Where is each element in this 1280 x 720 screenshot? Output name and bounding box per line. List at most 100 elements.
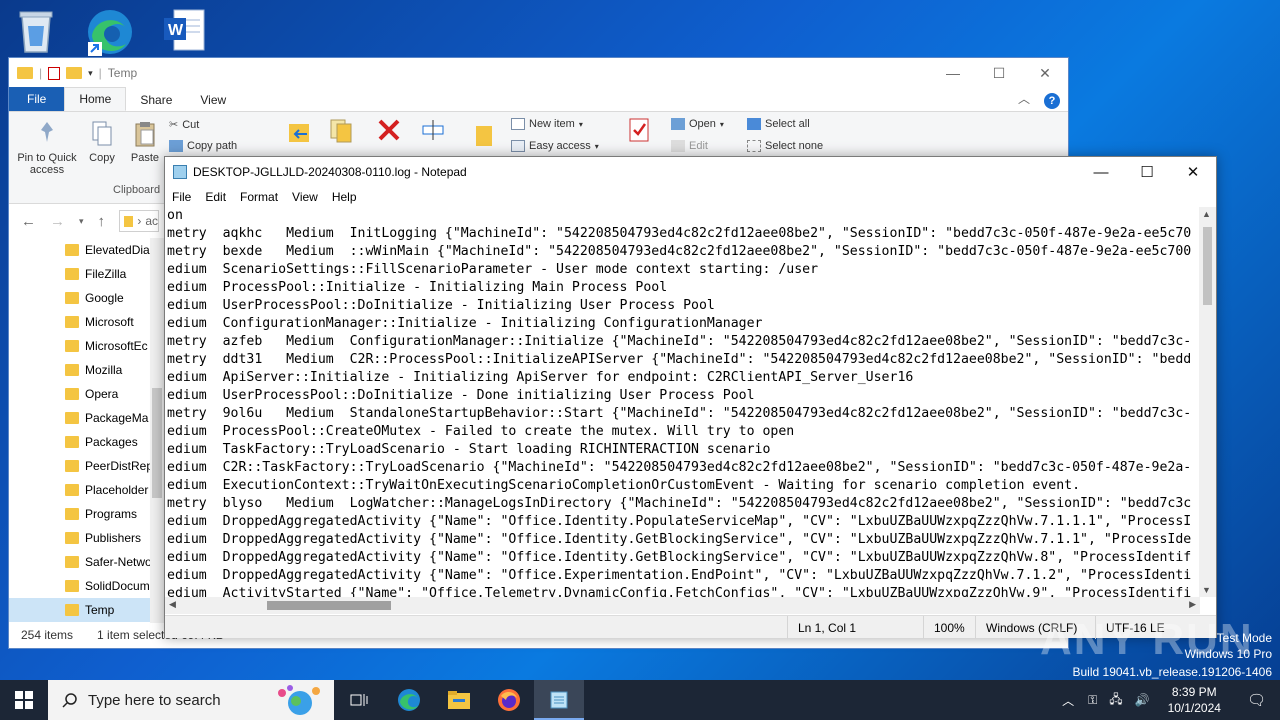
explorer-title: Temp xyxy=(107,66,138,80)
taskbar-firefox-button[interactable] xyxy=(484,680,534,720)
nav-item-label: Programs xyxy=(85,507,138,521)
help-icon[interactable]: ? xyxy=(1036,91,1068,111)
menu-help[interactable]: Help xyxy=(325,190,364,204)
notepad-maximize-button[interactable]: ☐ xyxy=(1124,157,1170,187)
new-item-button[interactable]: New item ▾ xyxy=(511,118,583,130)
nav-item-label: ElevatedDia xyxy=(85,243,150,257)
show-hidden-icons-icon[interactable]: ︿ xyxy=(1054,692,1082,709)
nav-item[interactable]: PackageMa xyxy=(9,406,164,430)
vertical-scroll-thumb[interactable] xyxy=(1203,227,1212,305)
delete-button[interactable] xyxy=(373,116,405,148)
menu-format[interactable]: Format xyxy=(233,190,285,204)
notepad-text-area[interactable]: on metry aqkhc Medium InitLogging {"Mach… xyxy=(165,207,1200,597)
taskbar-notepad-button[interactable] xyxy=(534,680,584,720)
text-line: metry aqkhc Medium InitLogging {"Machine… xyxy=(167,226,1192,241)
clock[interactable]: 8:39 PM 10/1/2024 xyxy=(1156,684,1233,716)
pin-quick-access-button[interactable]: Pin to Quick access xyxy=(15,120,79,176)
nav-item[interactable]: FileZilla xyxy=(9,262,164,286)
network-icon[interactable]: 🖧 xyxy=(1103,690,1128,711)
recycle-bin-icon[interactable] xyxy=(12,6,64,58)
nav-item[interactable]: PeerDistRep xyxy=(9,454,164,478)
copy-path-button[interactable]: Copy path xyxy=(169,140,237,152)
properties-icon[interactable] xyxy=(48,66,61,80)
nav-item-temp[interactable]: Temp xyxy=(9,598,164,622)
edit-icon xyxy=(671,140,685,152)
select-none-button[interactable]: Select none xyxy=(747,140,823,152)
back-icon[interactable]: ← xyxy=(21,213,36,230)
notepad-horizontal-scrollbar[interactable]: ◀ ▶ xyxy=(165,597,1200,614)
text-line: edium TaskFactory::TryLoadScenario - Sta… xyxy=(167,442,771,457)
paste-button[interactable]: Paste xyxy=(127,120,163,164)
easy-access-icon xyxy=(511,140,525,152)
nav-item[interactable]: Microsoft xyxy=(9,310,164,334)
menu-edit[interactable]: Edit xyxy=(198,190,233,204)
nav-item[interactable]: ElevatedDia xyxy=(9,238,164,262)
cut-button[interactable]: ✂ Cut xyxy=(169,118,199,132)
nav-scroll-thumb[interactable] xyxy=(152,388,162,498)
clock-time: 8:39 PM xyxy=(1171,685,1217,699)
nav-item[interactable]: MicrosoftEc xyxy=(9,334,164,358)
collapse-ribbon-icon[interactable]: ︿ xyxy=(1012,86,1036,111)
scroll-up-icon[interactable]: ▲ xyxy=(1202,209,1211,219)
new-folder-button[interactable] xyxy=(471,120,497,152)
nav-item[interactable]: Placeholder xyxy=(9,478,164,502)
move-to-button[interactable] xyxy=(283,118,315,150)
nav-item[interactable]: Google xyxy=(9,286,164,310)
tab-home[interactable]: Home xyxy=(64,87,127,111)
edge-desktop-icon[interactable] xyxy=(82,6,134,58)
nav-item[interactable]: Safer-Netwo xyxy=(9,550,164,574)
nav-item[interactable]: Packages xyxy=(9,430,164,454)
copy-to-button[interactable] xyxy=(325,116,357,148)
nav-item[interactable]: Opera xyxy=(9,382,164,406)
nav-item[interactable]: SolidDocum xyxy=(9,574,164,598)
taskbar: Type here to search ︿ ⚿ 🖧 🔊 8:39 PM 10/1… xyxy=(0,680,1280,720)
easy-access-button[interactable]: Easy access ▾ xyxy=(511,140,599,152)
rename-button[interactable] xyxy=(417,116,449,148)
text-line: edium DroppedAggregatedActivity {"Name":… xyxy=(167,568,1192,583)
volume-icon[interactable]: 🔊 xyxy=(1129,693,1156,707)
recent-dropdown-icon[interactable]: ▾ xyxy=(79,216,84,227)
nav-item[interactable]: Publishers xyxy=(9,526,164,550)
nav-item-label: FileZilla xyxy=(85,267,127,281)
horizontal-scroll-thumb[interactable] xyxy=(267,601,391,610)
nav-item-label: Mozilla xyxy=(85,363,123,377)
open-button[interactable]: Open ▾ xyxy=(671,118,724,130)
forward-icon[interactable]: → xyxy=(50,213,65,230)
tab-file[interactable]: File xyxy=(9,87,65,111)
taskbar-search-box[interactable]: Type here to search xyxy=(48,680,334,720)
scroll-left-icon[interactable]: ◀ xyxy=(169,599,176,610)
start-button[interactable] xyxy=(0,680,48,720)
taskbar-explorer-button[interactable] xyxy=(434,680,484,720)
minimize-button[interactable]: — xyxy=(930,58,976,88)
tab-view[interactable]: View xyxy=(186,89,240,111)
menu-file[interactable]: File xyxy=(165,190,198,204)
task-view-button[interactable] xyxy=(334,680,384,720)
word-desktop-icon[interactable]: W xyxy=(160,6,212,58)
edit-button[interactable]: Edit xyxy=(671,140,708,152)
select-all-button[interactable]: Select all xyxy=(747,118,810,130)
notepad-minimize-button[interactable]: — xyxy=(1078,157,1124,187)
tab-share[interactable]: Share xyxy=(126,89,186,111)
copy-button[interactable]: Copy xyxy=(85,120,119,164)
network-status-icon[interactable]: ⚿ xyxy=(1082,693,1103,708)
nav-item[interactable]: Programs xyxy=(9,502,164,526)
scroll-right-icon[interactable]: ▶ xyxy=(1189,599,1196,610)
properties-button[interactable] xyxy=(623,116,655,148)
new-folder-icon[interactable] xyxy=(66,67,83,79)
notepad-vertical-scrollbar[interactable]: ▲ ▼ xyxy=(1199,207,1216,597)
notifications-icon[interactable]: 🗨 xyxy=(1233,691,1280,709)
open-label: Open xyxy=(689,118,716,130)
quick-access-dropdown-icon[interactable]: ▾ xyxy=(88,68,93,79)
search-icon xyxy=(62,693,77,708)
taskbar-edge-button[interactable] xyxy=(384,680,434,720)
nav-item[interactable]: Mozilla xyxy=(9,358,164,382)
notepad-close-button[interactable]: ✕ xyxy=(1170,157,1216,187)
menu-view[interactable]: View xyxy=(285,190,325,204)
nav-scrollbar[interactable] xyxy=(150,238,164,623)
nav-item-label: PackageMa xyxy=(85,411,149,425)
close-button[interactable]: ✕ xyxy=(1022,58,1068,88)
up-icon[interactable]: ↑ xyxy=(98,213,106,230)
address-box[interactable]: › ac xyxy=(119,210,160,232)
scroll-down-icon[interactable]: ▼ xyxy=(1202,585,1211,595)
maximize-button[interactable]: ☐ xyxy=(976,58,1022,88)
